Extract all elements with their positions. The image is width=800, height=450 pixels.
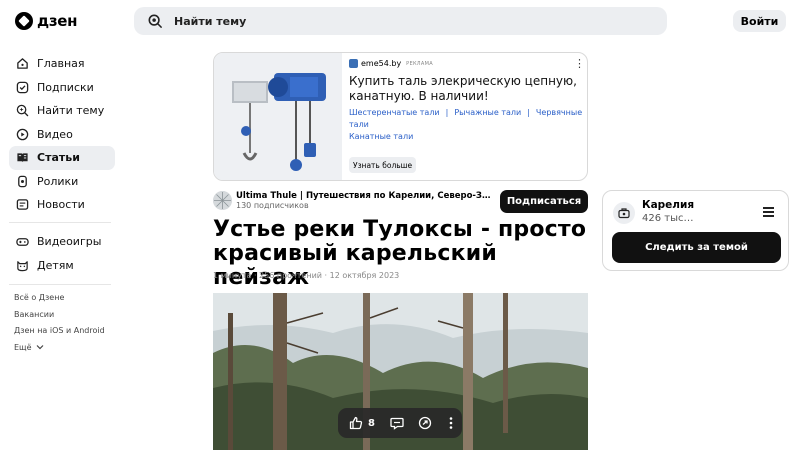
ad-link[interactable]: Канатные тали [349,132,413,141]
sidebar-item-label: Найти тему [37,104,105,118]
search-input[interactable]: Найти тему [134,7,667,35]
footer-more-label: Ещё [14,342,32,352]
shorts-icon [18,175,27,188]
sidebar-item-articles[interactable]: Статьи [9,146,115,170]
sidebar-item-label: Главная [37,57,85,71]
sidebar-item-news[interactable]: Новости [9,193,115,217]
footer-link-jobs[interactable]: Вакансии [14,310,105,327]
channel-name[interactable]: Ultima Thule | Путешествия по Карелии, С… [236,191,494,201]
sidebar-item-videogames[interactable]: Видеоигры [9,230,115,254]
channel-header: Ultima Thule | Путешествия по Карелии, С… [213,190,588,214]
ad-link-separator: | [527,108,530,117]
ad-image [214,53,342,180]
sidebar-item-home[interactable]: Главная [9,52,115,76]
dzen-logo-icon [15,12,33,30]
channel-avatar-icon [213,191,232,210]
find-topic-icon [16,104,29,117]
articles-icon [17,153,28,163]
sidebar-item-find-topic[interactable]: Найти тему [9,99,115,123]
news-icon [16,199,29,211]
sidebar-item-kids[interactable]: Детям [9,254,115,278]
video-icon [16,128,29,141]
ad-link-separator: | [445,108,449,117]
ad-title[interactable]: Купить таль элекрическую цепную, канатну… [349,74,581,104]
topic-card: Карелия 426 тыс… Следить за темой [602,190,789,271]
subscribe-button[interactable]: Подписаться [500,190,588,213]
follow-topic-button[interactable]: Следить за темой [612,232,781,263]
footer-more-link[interactable]: Ещё [14,343,105,360]
menu-icon[interactable] [763,207,774,219]
sidebar-item-label: Видеоигры [37,235,102,249]
top-bar: дзен Найти тему Войти [0,0,800,44]
avatar[interactable] [213,191,232,210]
like-count: 8 [368,417,375,429]
ad-domain[interactable]: eme54.by РЕКЛАМА [349,59,433,68]
hoist-illustration [214,53,342,180]
sidebar-divider [9,284,111,285]
comment-icon[interactable] [390,416,404,430]
topic-count: 426 тыс… [642,213,694,224]
sidebar-divider [9,222,111,223]
ad-domain-text: eme54.by [361,59,402,68]
ad-tag: РЕКЛАМА [406,60,433,67]
like-button[interactable]: 8 [349,416,375,430]
footer-link-about[interactable]: Всё о Дзене [14,293,105,310]
ad-more-icon[interactable]: ⋮ [574,57,585,70]
sidebar-item-subscriptions[interactable]: Подписки [9,76,115,100]
sidebar-item-label: Ролики [37,174,79,188]
sidebar-extra: Видеоигры Детям [9,230,115,277]
logo-text: дзен [37,12,78,30]
ad-links: Шестеренчатые тали | Рычажные тали | Червячн… [349,107,584,143]
topic-name[interactable]: Карелия [642,199,694,211]
gamepad-icon [16,238,29,247]
sidebar-item-label: Новости [37,198,85,212]
channel-subscribers: 130 подписчиков [236,201,309,210]
home-icon [17,58,28,70]
sidebar-item-label: Детям [37,258,74,272]
search-icon [148,14,162,28]
login-button[interactable]: Войти [733,10,786,32]
ad-link[interactable]: Шестеренчатые тали [349,108,440,117]
sidebar: Главная Подписки Найти тему Видео Статьи… [9,52,115,217]
sidebar-item-label: Статьи [37,151,80,165]
ad-link[interactable]: Рычажные тали [454,108,521,117]
article-action-bar: 8 [338,408,462,438]
subscriptions-icon [16,81,29,94]
ad-learn-more-button[interactable]: Узнать больше [349,157,417,173]
sidebar-footer: Всё о Дзене Вакансии Дзен на iOS и Andro… [14,293,105,359]
sidebar-item-label: Видео [37,127,73,141]
article-meta: 1 минута · 256 прочтений · 12 октября 20… [213,271,400,280]
more-vertical-icon[interactable] [444,416,458,430]
thumbs-up-icon [349,416,363,430]
sidebar-item-label: Подписки [37,80,94,94]
ad-favicon-icon [349,59,358,68]
sidebar-item-shorts[interactable]: Ролики [9,170,115,194]
chevron-down-icon [36,344,44,349]
ad-banner[interactable]: eme54.by РЕКЛАМА ⋮ Купить таль элекричес… [213,52,588,181]
camera-bag-icon [618,208,630,219]
topic-avatar[interactable] [613,202,635,224]
kids-icon [17,260,28,271]
share-icon[interactable] [418,416,432,430]
footer-link-apps[interactable]: Дзен на iOS и Android [14,326,105,343]
dzen-logo[interactable]: дзен [15,12,77,30]
search-placeholder: Найти тему [174,14,247,28]
sidebar-item-video[interactable]: Видео [9,123,115,147]
